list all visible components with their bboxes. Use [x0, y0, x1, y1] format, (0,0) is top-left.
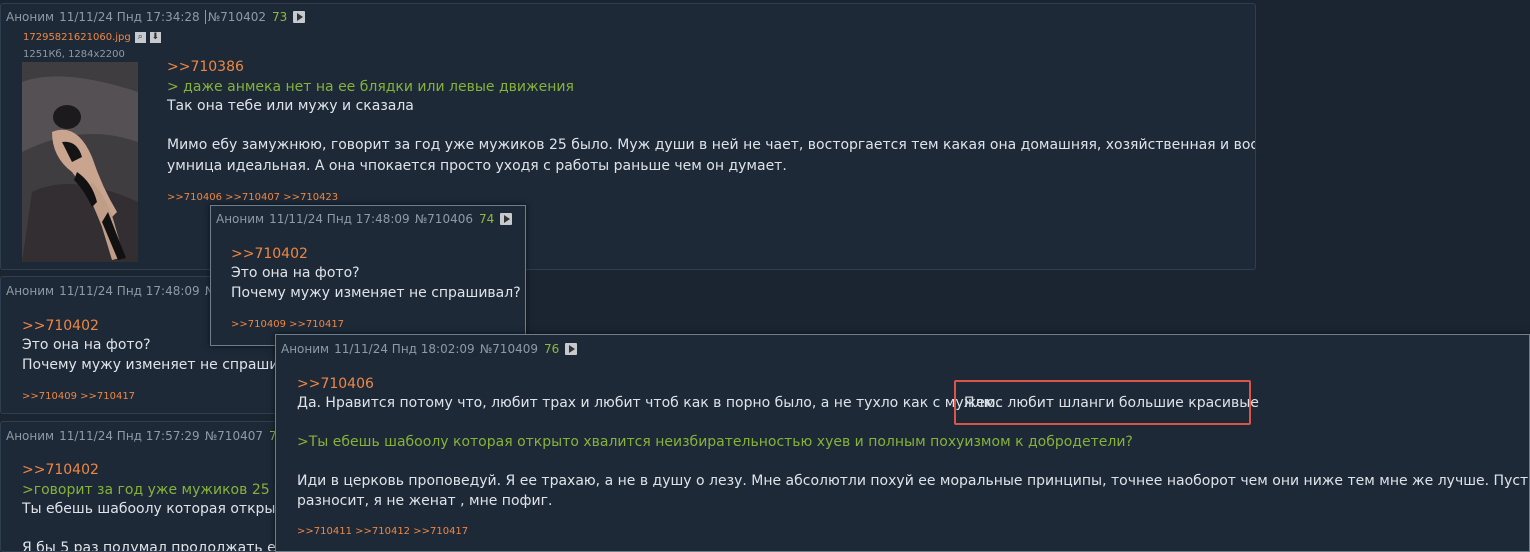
post-text-line: Почему мужу изменяет не спрашивал?	[231, 285, 521, 301]
file-name[interactable]: 17295821621060.jpg	[23, 32, 131, 43]
play-icon[interactable]	[293, 11, 306, 23]
post-author: Аноним	[6, 284, 55, 298]
post-text-line: Я бы 5 раз подумал продолжать ебат	[22, 540, 300, 552]
file-meta: 1251Кб, 1284x2200	[23, 49, 125, 60]
post-backrefs[interactable]: >>710409 >>710417	[22, 391, 135, 402]
post-header: Аноним 11/11/24 Пнд 17:57:29 №710407 7	[6, 429, 277, 443]
post-backrefs[interactable]: >>710411 >>710412 >>710417	[297, 526, 468, 537]
post-header: Аноним 11/11/24 Пнд 17:48:09 №710406 74	[216, 212, 513, 226]
post-count: 76	[543, 342, 560, 356]
post-text-line: Почему мужу изменяет не спрашива	[22, 357, 296, 373]
post-author: Аноним	[6, 429, 55, 443]
post-date: 11/11/24 Пнд 17:57:29	[59, 429, 200, 443]
post-number[interactable]: №710406	[415, 212, 473, 226]
post-text-line: разносит, я не женат , мне пофиг.	[297, 493, 553, 509]
reply-link[interactable]: >>710386	[167, 59, 244, 75]
post-backrefs[interactable]: >>710409 >>710417	[231, 319, 344, 330]
reply-link[interactable]: >>710402	[22, 318, 99, 334]
post-number[interactable]: №710402	[204, 10, 266, 24]
post-header: Аноним 11/11/24 Пнд 17:34:28 №710402 73	[6, 10, 306, 24]
reply-preview-popup: Аноним 11/11/24 Пнд 18:02:09 №710409 76 …	[275, 334, 1530, 552]
post-text-line: Это она на фото?	[231, 265, 360, 281]
thumbnail-image	[22, 62, 138, 262]
reply-link[interactable]: >>710402	[231, 246, 308, 262]
post-date: 11/11/24 Пнд 17:48:09	[269, 212, 410, 226]
post-header: Аноним 11/11/24 Пнд 18:02:09 №710409 76	[281, 342, 578, 356]
search-icon[interactable]: ⌕	[134, 32, 146, 43]
post-date: 11/11/24 Пнд 17:34:28	[59, 10, 200, 24]
play-icon[interactable]	[500, 213, 513, 225]
greentext-quote: >Ты ебешь шабоолу которая открыто хвалит…	[297, 434, 1133, 450]
reply-preview-popup: Аноним 11/11/24 Пнд 17:48:09 №710406 74 …	[210, 205, 526, 346]
post-710407: Аноним 11/11/24 Пнд 17:57:29 №710407 7 >…	[0, 421, 300, 552]
post-date: 11/11/24 Пнд 17:48:09	[59, 284, 200, 298]
post-author: Аноним	[6, 10, 55, 24]
highlight-box	[954, 380, 1251, 425]
post-count: 74	[478, 212, 495, 226]
post-text-line: Так она тебе или мужу и сказала	[167, 98, 414, 114]
post-text-line: Иди в церковь проповедуй. Я ее трахаю, а…	[297, 473, 1530, 489]
post-image-thumbnail[interactable]	[22, 62, 138, 262]
post-number[interactable]: №710409	[480, 342, 538, 356]
greentext-quote: > даже анмека нет на ее блядки или левые…	[167, 79, 574, 95]
post-header: Аноним 11/11/24 Пнд 17:48:09 №	[6, 284, 217, 298]
greentext-quote: >говорит за год уже мужиков 25 был	[22, 482, 300, 498]
post-author: Аноним	[216, 212, 265, 226]
play-icon[interactable]	[565, 343, 578, 355]
reply-link[interactable]: >>710402	[22, 462, 99, 478]
download-icon[interactable]: ⬇	[149, 32, 161, 43]
post-text-line: умница идеальная. А она чпокается просто…	[167, 158, 787, 174]
post-author: Аноним	[281, 342, 330, 356]
file-link[interactable]: 17295821621060.jpg ⌕ ⬇	[23, 32, 161, 43]
post-count: 73	[271, 10, 288, 24]
reply-link[interactable]: >>710406	[297, 376, 374, 392]
post-text-line: Это она на фото?	[22, 337, 151, 353]
post-text-line: Да. Нравится потому что, любит трах и лю…	[297, 395, 1000, 411]
post-date: 11/11/24 Пнд 18:02:09	[334, 342, 475, 356]
post-number[interactable]: №710407	[205, 429, 263, 443]
post-backrefs[interactable]: >>710406 >>710407 >>710423	[167, 192, 338, 203]
post-text-line: Мимо ебу замужнюю, говорит за год уже му…	[167, 137, 1256, 153]
post-text-line: Ты ебешь шабоолу которая открыто	[22, 501, 293, 517]
post-710402: Аноним 11/11/24 Пнд 17:34:28 №710402 73 …	[0, 3, 1256, 270]
